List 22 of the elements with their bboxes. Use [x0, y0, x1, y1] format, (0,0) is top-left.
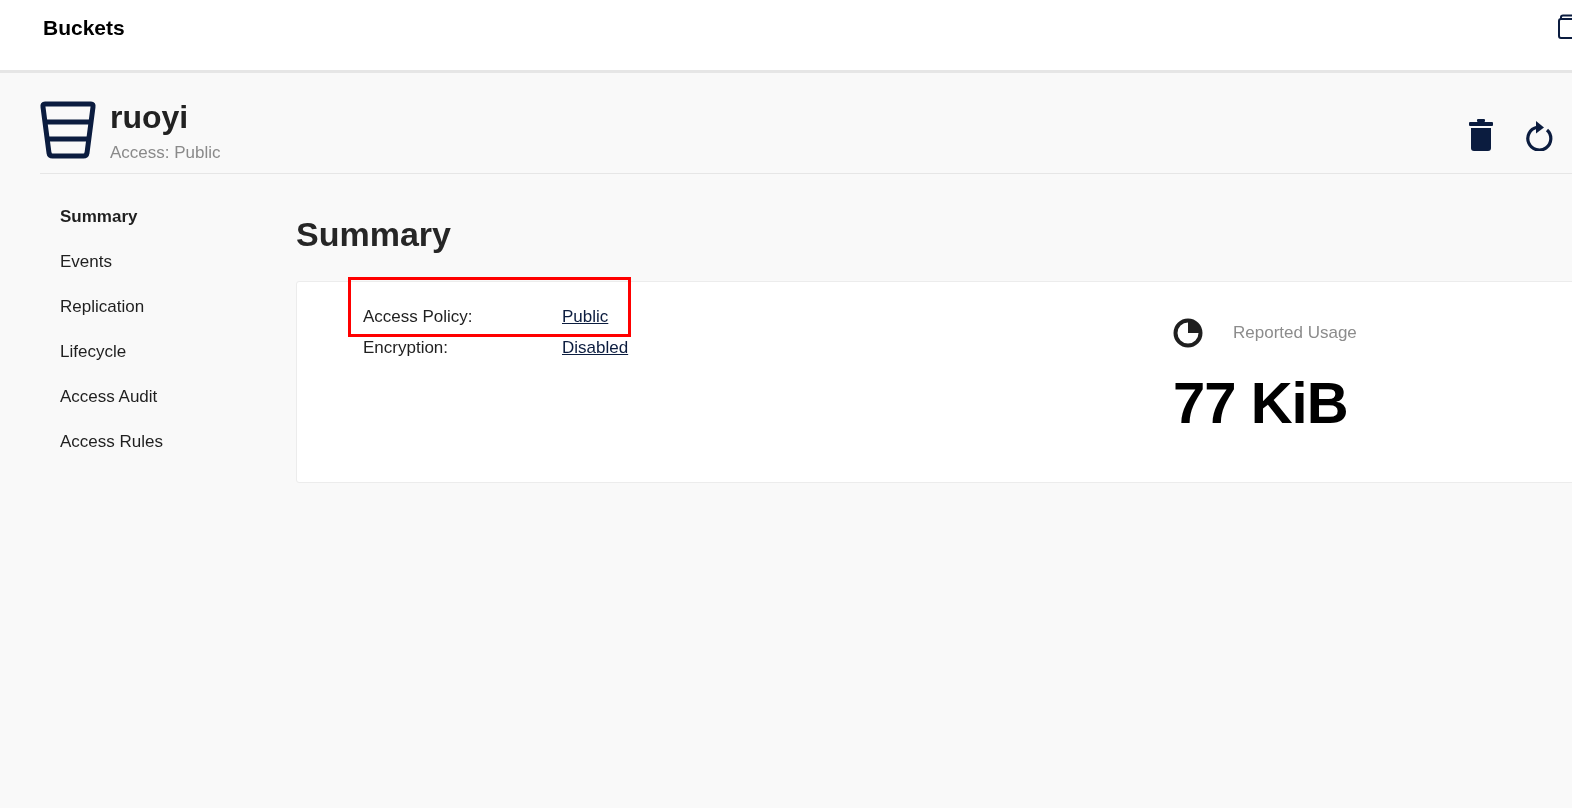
refresh-icon [1525, 119, 1553, 151]
sidebar-item[interactable]: Replication [40, 295, 145, 319]
detail-label: Access Policy: [363, 307, 474, 327]
sidebar-item[interactable]: Access Rules [40, 430, 163, 454]
sidebar-item[interactable]: Access Audit [40, 385, 158, 409]
sidebar-item[interactable]: Events [40, 250, 112, 274]
sidebar-item[interactable]: Lifecycle [40, 340, 127, 364]
bucket-icon [40, 101, 96, 159]
sidebar-item[interactable]: Summary [40, 205, 138, 229]
detail-value-link[interactable]: Public [562, 307, 609, 327]
bucket-name: ruoyi [110, 98, 190, 137]
trash-icon [1469, 119, 1493, 151]
usage-value: 77 KiB [1173, 369, 1349, 437]
section-heading: Summary [296, 214, 452, 254]
page-title: Buckets [43, 16, 125, 40]
detail-label: Encryption: [363, 338, 450, 358]
pie-chart-icon [1173, 318, 1203, 348]
usage-label: Reported Usage [1233, 323, 1357, 343]
bucket-access-label: Access: Public [110, 142, 221, 164]
detail-value-link[interactable]: Disabled [562, 338, 629, 358]
refresh-button[interactable] [1525, 119, 1553, 151]
delete-button[interactable] [1469, 119, 1493, 151]
